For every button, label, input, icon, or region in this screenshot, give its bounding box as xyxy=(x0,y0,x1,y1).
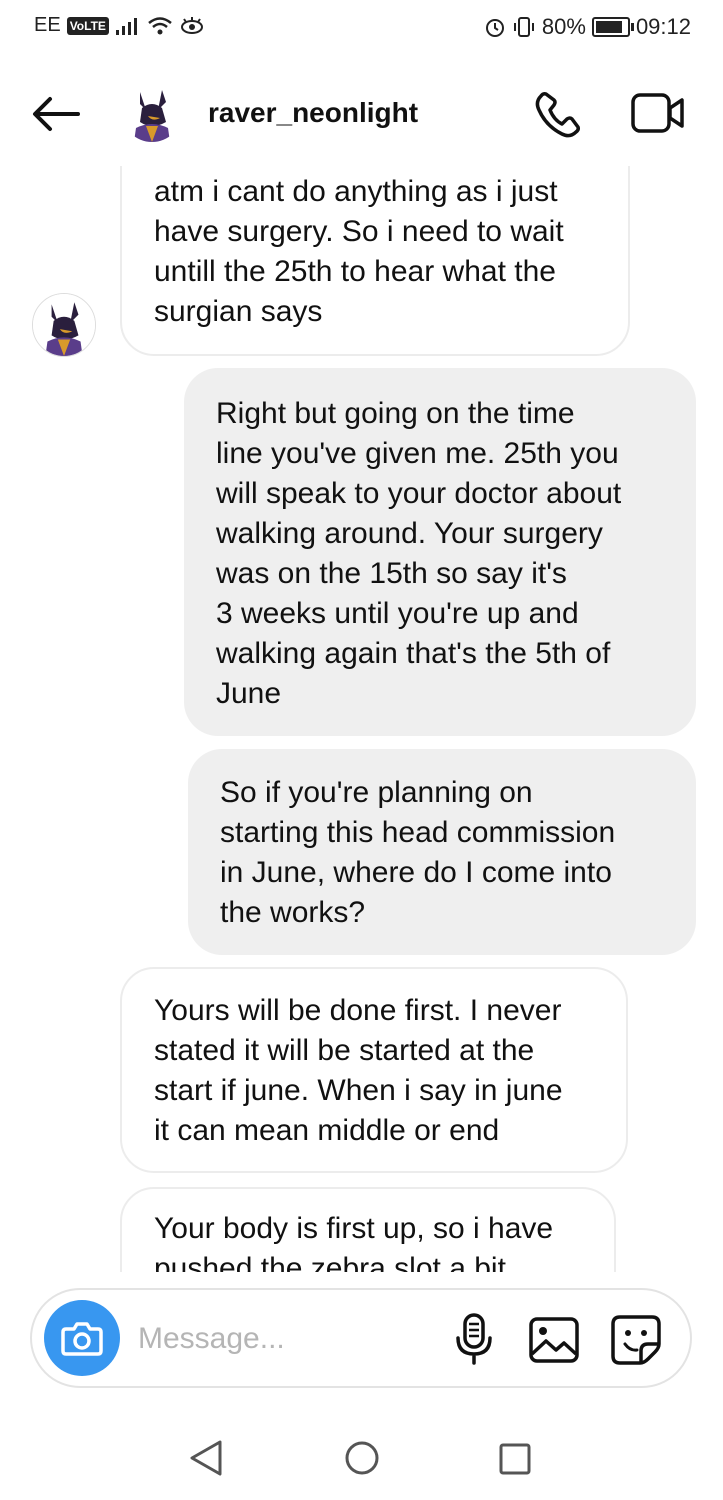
nav-home-icon[interactable] xyxy=(344,1440,380,1476)
message-bubble-incoming[interactable]: Your body is first up, so i have pushed … xyxy=(120,1187,616,1272)
sender-avatar[interactable] xyxy=(32,293,96,357)
message-composer xyxy=(30,1288,692,1388)
microphone-icon[interactable] xyxy=(452,1312,496,1366)
system-navigation-bar xyxy=(0,1410,723,1500)
phone-call-icon[interactable] xyxy=(532,88,584,140)
camera-button[interactable] xyxy=(44,1300,120,1376)
status-time: 09:12 xyxy=(635,14,691,39)
volte-badge: VoLTE xyxy=(66,16,109,35)
sender-profile-picture xyxy=(33,294,95,356)
chat-header: raver_neonlight xyxy=(0,70,723,160)
message-bubble-incoming[interactable]: Yours will be done first. I never stated… xyxy=(120,967,628,1173)
message-bubble-outgoing[interactable]: Right but going on the time line you've … xyxy=(184,368,696,736)
status-left: EE VoLTE xyxy=(34,14,205,37)
chat-username[interactable]: raver_neonlight xyxy=(208,97,418,129)
message-thread[interactable]: atm i cant do anything as i just have su… xyxy=(0,166,723,1272)
back-arrow-icon[interactable] xyxy=(30,94,82,134)
video-call-icon[interactable] xyxy=(630,90,686,136)
nav-recent-apps-icon[interactable] xyxy=(498,1442,532,1476)
sticker-icon[interactable] xyxy=(610,1314,662,1366)
status-right: 80% 09:12 xyxy=(484,14,691,40)
gallery-icon[interactable] xyxy=(528,1316,580,1364)
profile-picture xyxy=(122,82,182,142)
battery-percent: 80% xyxy=(541,14,586,39)
status-bar: EE VoLTE 80% 09:12 xyxy=(0,0,723,56)
vibrate-icon xyxy=(513,17,534,37)
avatar[interactable] xyxy=(122,82,182,142)
battery-icon xyxy=(591,17,634,37)
camera-icon xyxy=(61,1322,103,1356)
alarm-icon xyxy=(485,19,504,37)
signal-icon xyxy=(115,17,137,35)
wifi-icon xyxy=(148,16,172,34)
eye-comfort-icon xyxy=(180,16,203,34)
nav-back-icon[interactable] xyxy=(188,1438,224,1478)
carrier-label: EE xyxy=(34,14,61,36)
message-bubble-outgoing[interactable]: So if you're planning on starting this h… xyxy=(188,749,696,955)
message-bubble-incoming[interactable]: atm i cant do anything as i just have su… xyxy=(120,166,630,356)
message-input[interactable] xyxy=(136,1314,440,1364)
